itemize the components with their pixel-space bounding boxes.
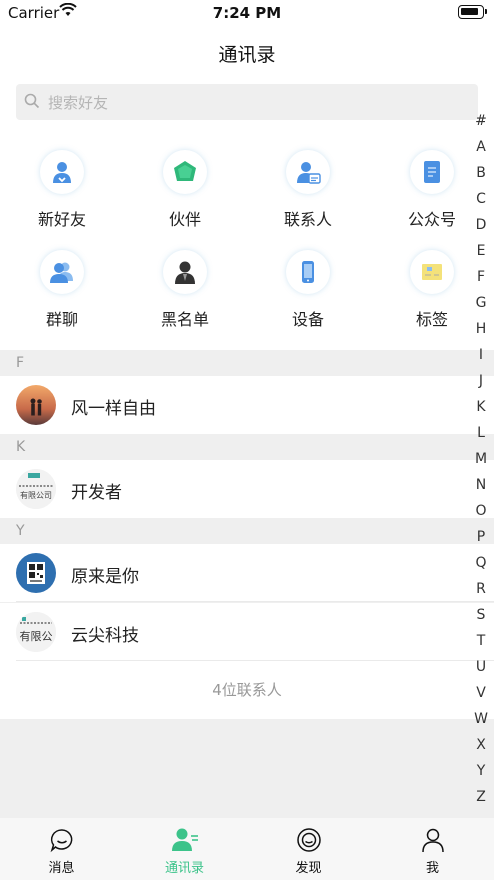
grid-item-tags[interactable]: 标签 — [386, 250, 478, 340]
avatar-text: 有限公 — [19, 630, 53, 643]
divider — [16, 601, 494, 602]
index-letter[interactable]: K — [470, 394, 492, 420]
index-letter[interactable]: # — [470, 108, 492, 134]
device-icon — [286, 250, 330, 294]
status-bar: Carrier 7:24 PM — [0, 0, 494, 28]
contact-row[interactable]: 有限公司 开发者 — [0, 460, 494, 518]
tab-me[interactable]: 我 — [371, 826, 494, 878]
grid-item-group-chats[interactable]: 群聊 — [16, 250, 108, 340]
tab-bar: 消息 通讯录 发现 我 — [0, 818, 494, 880]
index-letter[interactable]: E — [470, 238, 492, 264]
index-letter[interactable]: G — [470, 290, 492, 316]
contact-row[interactable]: 有限公 云尖科技 — [0, 603, 494, 661]
index-letter[interactable]: H — [470, 316, 492, 342]
index-letter[interactable]: Y — [470, 758, 492, 784]
avatar-text: 有限公司 — [20, 491, 52, 500]
index-letter[interactable]: L — [470, 420, 492, 446]
tab-label: 我 — [425, 861, 439, 876]
grid-item-partners[interactable]: 伙伴 — [139, 150, 231, 240]
avatar: 有限公司 — [16, 469, 56, 509]
tab-discover[interactable]: 发现 — [247, 826, 370, 878]
index-letter[interactable]: U — [470, 654, 492, 680]
blacklist-icon — [163, 250, 207, 294]
tab-label: 消息 — [48, 861, 75, 876]
index-letter[interactable]: S — [470, 602, 492, 628]
index-letter[interactable]: T — [470, 628, 492, 654]
index-letter[interactable]: V — [470, 680, 492, 706]
index-letter[interactable]: C — [470, 186, 492, 212]
grid-label: 黑名单 — [160, 310, 209, 329]
profile-icon — [371, 826, 494, 854]
section-header-y: Y — [0, 518, 494, 544]
status-time: 7:24 PM — [212, 4, 282, 22]
contact-row[interactable]: 原来是你 — [0, 544, 494, 602]
contact-count: 4位联系人 — [0, 661, 494, 719]
grid-label: 群聊 — [45, 310, 78, 329]
grid-item-devices[interactable]: 设备 — [262, 250, 354, 340]
section-header-k: K — [0, 434, 494, 460]
contact-card-icon — [286, 150, 330, 194]
official-account-icon — [410, 150, 454, 194]
tab-messages[interactable]: 消息 — [0, 826, 123, 878]
index-letter[interactable]: I — [470, 342, 492, 368]
discover-icon — [247, 826, 370, 854]
chat-bubble-icon — [0, 826, 123, 854]
avatar — [16, 385, 56, 425]
index-letter[interactable]: R — [470, 576, 492, 602]
grid-label: 标签 — [415, 310, 448, 329]
index-letter[interactable]: D — [470, 212, 492, 238]
section-header-f: F — [0, 350, 494, 376]
contact-name: 原来是你 — [71, 567, 139, 587]
group-chat-icon — [40, 250, 84, 294]
grid-item-new-friends[interactable]: 新好友 — [16, 150, 108, 240]
index-letter[interactable]: J — [470, 368, 492, 394]
tab-label: 发现 — [295, 861, 322, 876]
grid-label: 伙伴 — [168, 210, 201, 229]
contact-name: 开发者 — [71, 483, 122, 503]
index-letter[interactable]: W — [470, 706, 492, 732]
grid-label: 设备 — [291, 310, 324, 329]
grid-label: 联系人 — [283, 210, 332, 229]
contacts-icon — [123, 826, 246, 854]
index-letter[interactable]: O — [470, 498, 492, 524]
tab-label: 通讯录 — [164, 861, 204, 876]
index-letter[interactable]: Q — [470, 550, 492, 576]
grid-item-contacts[interactable]: 联系人 — [262, 150, 354, 240]
contact-name: 风一样自由 — [71, 399, 156, 419]
index-letter[interactable]: B — [470, 160, 492, 186]
avatar — [16, 553, 56, 593]
page-title: 通讯录 — [218, 44, 276, 66]
avatar: 有限公 — [16, 612, 56, 652]
battery-icon — [458, 5, 487, 19]
index-letter[interactable]: F — [470, 264, 492, 290]
index-letter[interactable]: M — [470, 446, 492, 472]
grid-item-official-accounts[interactable]: 公众号 — [386, 150, 478, 240]
index-letter[interactable]: N — [470, 472, 492, 498]
tab-contacts[interactable]: 通讯录 — [123, 826, 246, 878]
grid-item-blacklist[interactable]: 黑名单 — [139, 250, 231, 340]
person-add-icon — [40, 150, 84, 194]
partner-icon — [163, 150, 207, 194]
grid-label: 公众号 — [407, 210, 456, 229]
search-input[interactable]: 搜索好友 — [16, 84, 478, 120]
search-placeholder: 搜索好友 — [48, 94, 109, 112]
nav-bar: 通讯录 — [0, 28, 494, 76]
index-letter[interactable]: X — [470, 732, 492, 758]
index-letter[interactable]: A — [470, 134, 492, 160]
grid-label: 新好友 — [37, 210, 86, 229]
contact-row[interactable]: 风一样自由 — [0, 376, 494, 434]
index-letter[interactable]: Z — [470, 784, 492, 810]
alphabet-index[interactable]: # A B C D E F G H I J K L M N O P Q R S … — [470, 108, 492, 810]
index-letter[interactable]: P — [470, 524, 492, 550]
search-icon — [24, 93, 40, 113]
tag-icon — [410, 250, 454, 294]
contact-name: 云尖科技 — [71, 626, 139, 646]
top-section: 搜索好友 新好友 伙伴 联系人 公众号 群聊 黑名单 设备 标签 — [0, 76, 494, 350]
